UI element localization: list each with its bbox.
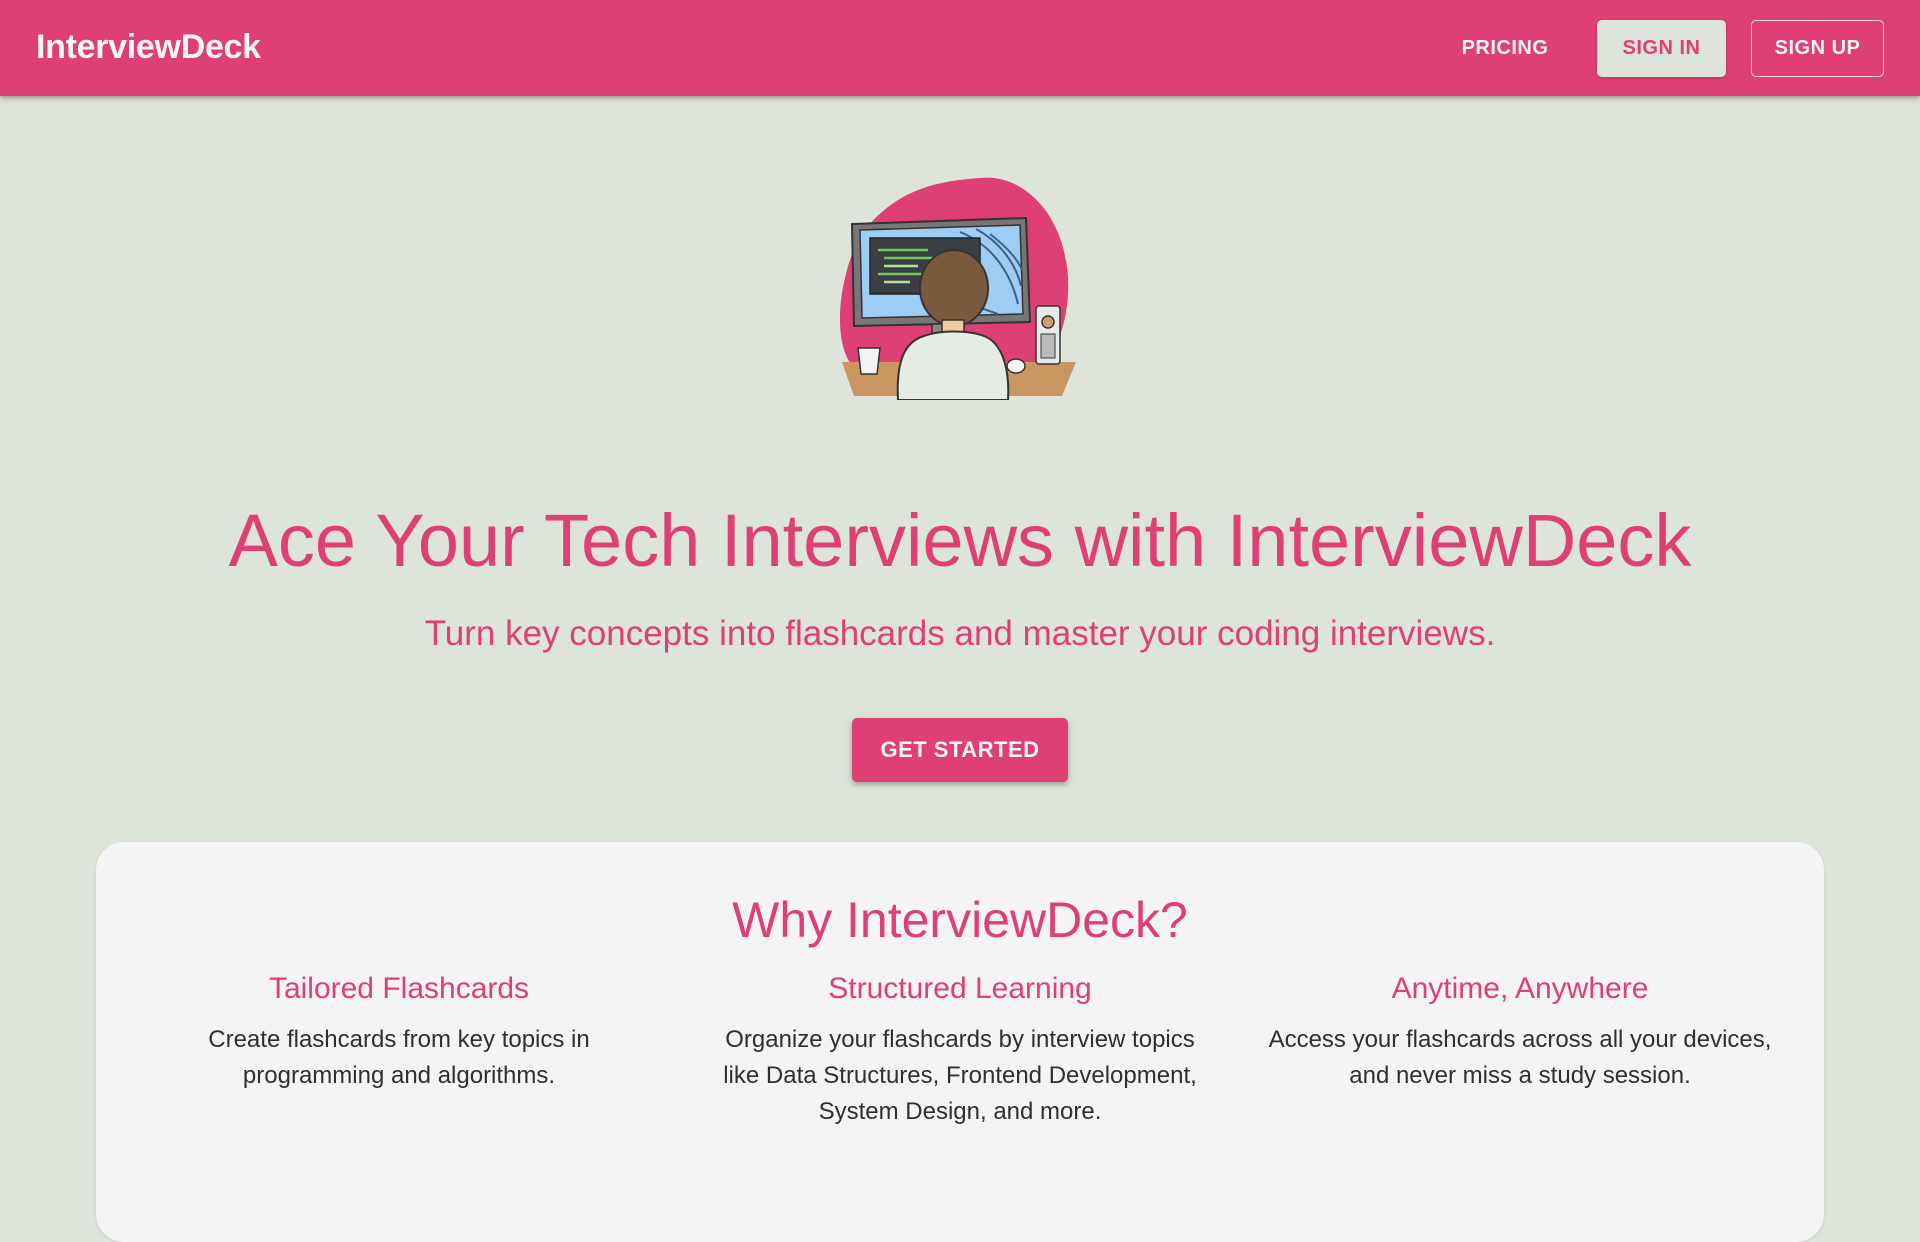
hero-title: Ace Your Tech Interviews with InterviewD…: [228, 499, 1692, 582]
developer-illustration: [839, 174, 1080, 401]
brand-logo[interactable]: InterviewDeck: [36, 27, 261, 67]
pricing-button[interactable]: PRICING: [1440, 20, 1570, 77]
feature-anytime-anywhere: Anytime, Anywhere Access your flashcards…: [1250, 970, 1790, 1094]
sign-up-button[interactable]: SIGN UP: [1751, 20, 1884, 77]
why-section-title: Why InterviewDeck?: [732, 892, 1188, 948]
feature-description: Organize your flashcards by interview to…: [723, 1026, 1197, 1125]
feature-description: Access your flashcards across all your d…: [1268, 1026, 1772, 1089]
feature-title: Tailored Flashcards: [268, 972, 530, 1005]
feature-title: Structured Learning: [828, 972, 1092, 1005]
hero-subtitle: Turn key concepts into flashcards and ma…: [424, 614, 1496, 653]
get-started-button[interactable]: GET STARTED: [852, 718, 1068, 782]
sign-in-button[interactable]: SIGN IN: [1597, 20, 1726, 77]
app-bar: InterviewDeck PRICING SIGN IN SIGN UP: [0, 0, 1920, 96]
feature-title: Anytime, Anywhere: [1391, 972, 1649, 1005]
feature-structured-learning: Structured Learning Organize your flashc…: [690, 970, 1230, 1130]
why-section-card: Why InterviewDeck? Tailored Flashcards C…: [96, 842, 1824, 1242]
feature-tailored-flashcards: Tailored Flashcards Create flashcards fr…: [129, 970, 669, 1094]
feature-description: Create flashcards from key topics in pro…: [208, 1026, 590, 1089]
